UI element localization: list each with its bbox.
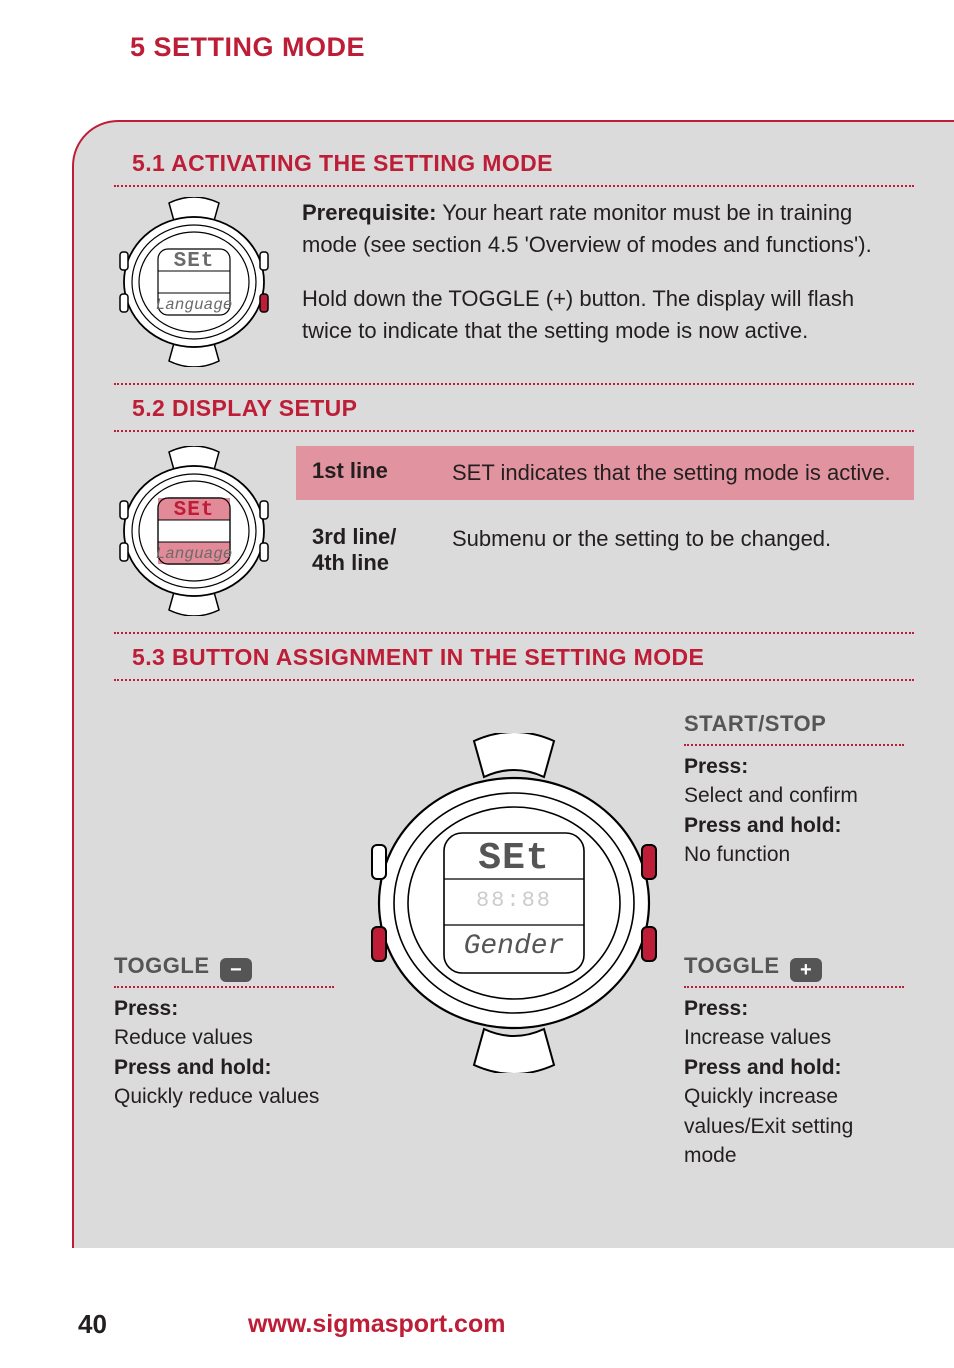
- watch-illustration-5-3: SEt 88:88 Gender: [364, 733, 664, 1078]
- page-footer: 40 www.sigmasport.com: [0, 1309, 954, 1340]
- plus-icon: +: [790, 958, 822, 982]
- content-frame: 5.1 ACTIVATING THE SETTING MODE: [72, 120, 954, 1248]
- prerequisite-paragraph: Prerequisite: Your heart rate monitor mu…: [302, 197, 894, 261]
- prerequisite-label: Prerequisite:: [302, 200, 437, 225]
- row-text: SET indicates that the setting mode is a…: [452, 458, 898, 488]
- divider: [684, 986, 904, 988]
- watch-line2-placeholder: 88:88: [476, 888, 552, 913]
- press-text: Reduce values: [114, 1023, 334, 1052]
- press-label: Press:: [114, 997, 178, 1020]
- activation-instructions: Hold down the TOGGLE (+) button. The dis…: [302, 283, 894, 347]
- toggle-minus-description: TOGGLE − Press: Reduce values Press and …: [114, 951, 334, 1112]
- toggle-minus-title: TOGGLE: [114, 953, 210, 978]
- toggle-minus-label: TOGGLE −: [114, 951, 334, 982]
- divider: [114, 679, 914, 681]
- table-row: 1st line SET indicates that the setting …: [296, 446, 914, 500]
- press-text: Select and confirm: [684, 781, 904, 810]
- divider: [114, 185, 914, 187]
- watch-illustration-5-2: SEt Language: [114, 446, 274, 616]
- start-stop-label: START/STOP: [684, 709, 904, 740]
- divider: [114, 430, 914, 432]
- divider: [114, 632, 914, 634]
- row-label: 1st line: [312, 458, 432, 484]
- divider: [114, 383, 914, 385]
- heading-5-3: 5.3 BUTTON ASSIGNMENT IN THE SETTING MOD…: [132, 644, 914, 671]
- display-setup-table: 1st line SET indicates that the setting …: [296, 446, 914, 588]
- footer-url: www.sigmasport.com: [248, 1310, 505, 1339]
- row-text: Submenu or the setting to be changed.: [452, 524, 898, 554]
- press-hold-label: Press and hold:: [684, 814, 842, 837]
- watch-line3: Gender: [464, 931, 565, 962]
- watch-illustration-5-1: SEt Language: [114, 197, 274, 367]
- press-text: Increase values: [684, 1023, 904, 1052]
- press-hold-label: Press and hold:: [684, 1056, 842, 1079]
- heading-5-2: 5.2 DISPLAY SETUP: [132, 395, 914, 422]
- table-row: 3rd line/ 4th line Submenu or the settin…: [296, 512, 914, 588]
- toggle-plus-description: TOGGLE + Press: Increase values Press an…: [684, 951, 904, 1170]
- chapter-title: 5 SETTING MODE: [130, 32, 954, 63]
- watch-line1: SEt: [174, 499, 215, 522]
- press-hold-text: No function: [684, 840, 904, 869]
- press-hold-text: Quickly reduce values: [114, 1082, 334, 1111]
- page-number: 40: [78, 1309, 248, 1340]
- divider: [114, 986, 334, 988]
- minus-icon: −: [220, 958, 252, 982]
- watch-line3: Language: [156, 296, 233, 314]
- press-hold-text: Quickly increase values/Exit setting mod…: [684, 1082, 904, 1170]
- watch-line3: Language: [156, 545, 233, 563]
- press-label: Press:: [684, 997, 748, 1020]
- watch-line1: SEt: [174, 250, 215, 273]
- press-label: Press:: [684, 755, 748, 778]
- row-label: 3rd line/ 4th line: [312, 524, 432, 576]
- toggle-plus-label: TOGGLE +: [684, 951, 904, 982]
- watch-line1: SEt: [478, 837, 549, 880]
- press-hold-label: Press and hold:: [114, 1056, 272, 1079]
- divider: [684, 744, 904, 746]
- heading-5-1: 5.1 ACTIVATING THE SETTING MODE: [132, 150, 914, 177]
- start-stop-description: START/STOP Press: Select and confirm Pre…: [684, 709, 904, 869]
- toggle-plus-title: TOGGLE: [684, 953, 780, 978]
